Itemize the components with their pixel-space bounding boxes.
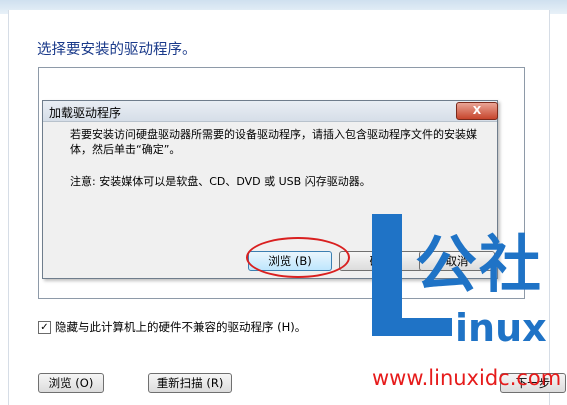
watermark-url: www.linuxidc.com	[372, 366, 562, 390]
hide-incompatible-label: 隐藏与此计算机上的硬件不兼容的驱动程序 (H)。	[55, 320, 307, 334]
close-icon: X	[472, 104, 482, 117]
watermark-latin: inux	[455, 306, 547, 350]
dialog-close-button[interactable]: X	[456, 102, 498, 120]
rescan-button[interactable]: 重新扫描 (R)	[148, 373, 232, 393]
browse-button[interactable]: 浏览 (O)	[38, 373, 104, 393]
page-heading: 选择要安装的驱动程序。	[37, 42, 197, 58]
watermark-logo-base	[372, 318, 452, 336]
dialog-title: 加载驱动程序	[49, 106, 122, 120]
highlight-circle	[246, 237, 350, 278]
dialog-title-bar: 加载驱动程序 X	[43, 101, 498, 122]
hide-incompatible-checkbox[interactable]: ✓	[38, 321, 51, 334]
checkmark-icon: ✓	[40, 322, 49, 333]
dialog-message: 若要安装访问硬盘驱动器所需要的设备驱动程序，请插入包含驱动程序文件的安装媒体，然…	[70, 128, 477, 156]
dialog-note: 注意: 安装媒体可以是软盘、CD、DVD 或 USB 闪存驱动器。	[70, 175, 371, 188]
watermark-chinese: 公社	[415, 228, 544, 301]
